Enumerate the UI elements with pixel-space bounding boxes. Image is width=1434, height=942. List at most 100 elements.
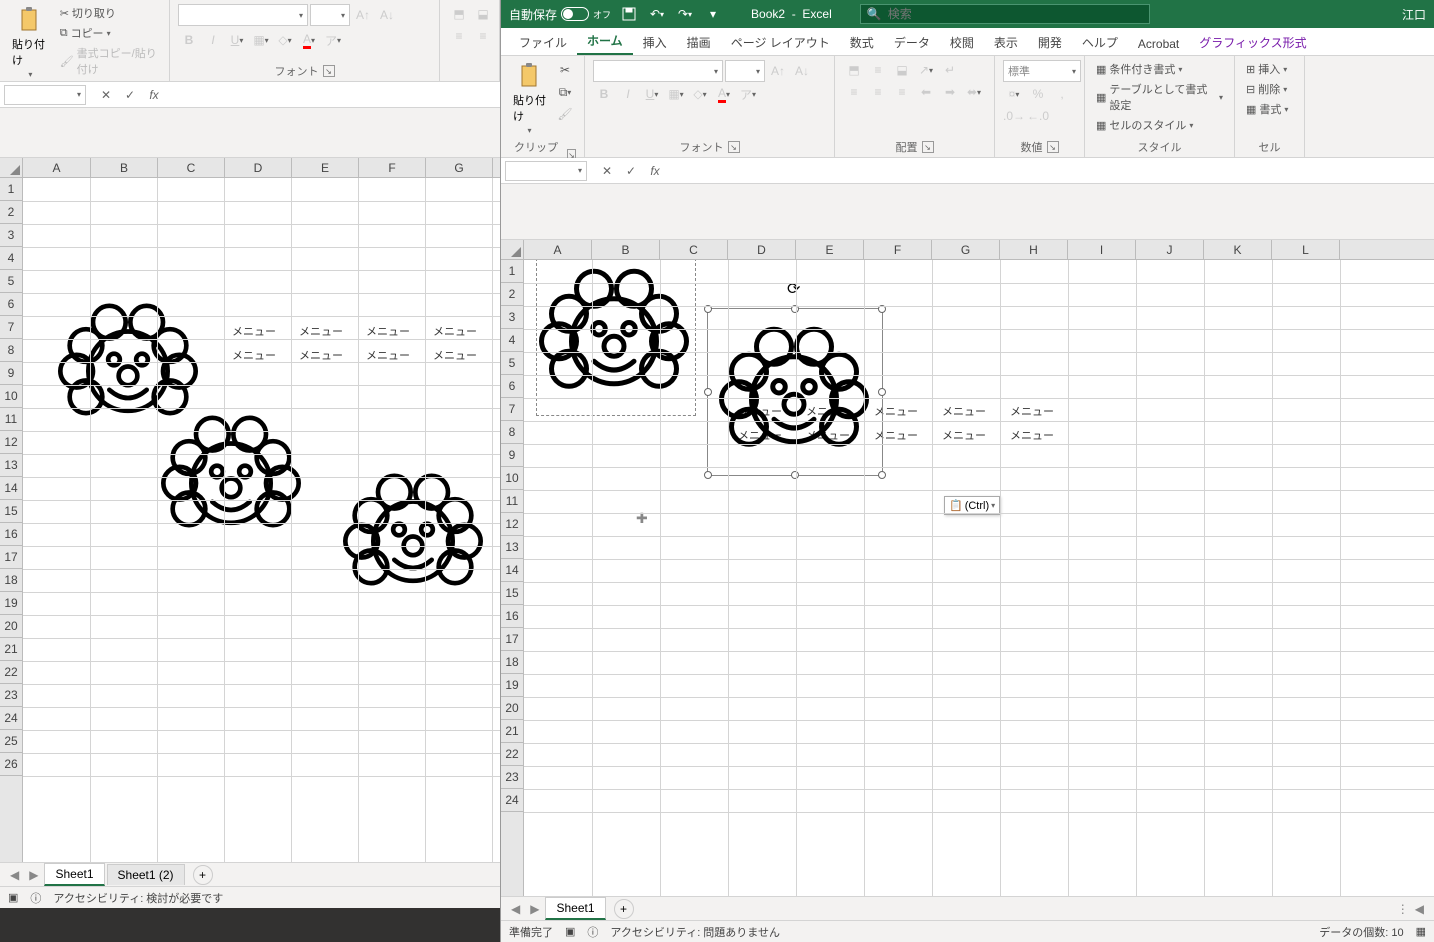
row-header[interactable]: 20 xyxy=(0,615,22,638)
cell[interactable]: メニュー xyxy=(938,401,990,421)
align-center-button[interactable]: ≡ xyxy=(867,82,889,102)
tab-home[interactable]: ホーム xyxy=(577,26,633,55)
insert-cells-button[interactable]: ⊞挿入▾ xyxy=(1243,60,1290,78)
copy-button[interactable]: ⧉▾ xyxy=(554,82,576,102)
underline-button[interactable]: U▾ xyxy=(226,30,248,50)
number-format-combo[interactable]: 標準▾ xyxy=(1003,60,1081,82)
row-header[interactable]: 25 xyxy=(0,730,22,753)
row-header[interactable]: 11 xyxy=(0,408,22,431)
fill-color-button[interactable]: ◇▾ xyxy=(689,84,711,104)
row-header[interactable]: 18 xyxy=(0,569,22,592)
font-size-combo[interactable]: ▾ xyxy=(310,4,350,26)
row-header[interactable]: 6 xyxy=(501,375,523,398)
undo-icon[interactable]: ↶▾ xyxy=(647,4,667,24)
row-header[interactable]: 13 xyxy=(0,454,22,477)
row-header[interactable]: 9 xyxy=(0,362,22,385)
col-header[interactable]: F xyxy=(864,240,932,259)
clown-icon[interactable] xyxy=(343,468,483,598)
col-header[interactable]: G xyxy=(426,158,493,177)
rotate-handle-icon[interactable]: ⟳ xyxy=(787,279,803,295)
row-header[interactable]: 18 xyxy=(501,651,523,674)
row-header[interactable]: 3 xyxy=(0,224,22,247)
col-header[interactable]: H xyxy=(1000,240,1068,259)
row-header[interactable]: 11 xyxy=(501,490,523,513)
increase-font-button[interactable]: A↑ xyxy=(767,61,789,81)
font-color-button[interactable]: A▾ xyxy=(298,30,320,50)
indent-inc-button[interactable]: ➡ xyxy=(939,82,961,102)
align-middle-button[interactable]: ⬓ xyxy=(472,4,494,24)
row-header[interactable]: 1 xyxy=(501,260,523,283)
cell[interactable]: メニュー xyxy=(362,321,414,341)
search-box[interactable]: 🔍 xyxy=(860,4,1150,24)
enter-formula-button[interactable]: ✓ xyxy=(619,161,643,181)
cell-styles-button[interactable]: ▦セルのスタイル▾ xyxy=(1093,116,1196,134)
row-header[interactable]: 20 xyxy=(501,697,523,720)
col-header[interactable]: D xyxy=(225,158,292,177)
row-header[interactable]: 8 xyxy=(0,339,22,362)
row-header[interactable]: 2 xyxy=(0,201,22,224)
save-icon[interactable] xyxy=(619,4,639,24)
col-header[interactable]: L xyxy=(1272,240,1340,259)
col-header[interactable]: A xyxy=(23,158,91,177)
cell[interactable]: メニュー xyxy=(1006,425,1058,445)
tab-nav-prev[interactable]: ◀ xyxy=(507,902,524,916)
row-header[interactable]: 17 xyxy=(0,546,22,569)
cut-button[interactable]: ✂ xyxy=(554,60,576,80)
align-top-button[interactable]: ⬒ xyxy=(843,60,865,80)
wrap-text-button[interactable]: ↵ xyxy=(939,60,961,80)
tab-nav-next[interactable]: ▶ xyxy=(526,902,543,916)
row-header[interactable]: 13 xyxy=(501,536,523,559)
row-header[interactable]: 4 xyxy=(501,329,523,352)
col-header[interactable]: J xyxy=(1136,240,1204,259)
cells-area[interactable]: メニュー メニュー メニュー メニュー メニュー メニュー メニュー メニュー … xyxy=(524,260,1434,896)
inc-decimal-button[interactable]: .0→ xyxy=(1003,106,1025,126)
sheet-tab[interactable]: Sheet1 xyxy=(44,863,104,886)
row-header[interactable]: 19 xyxy=(501,674,523,697)
col-header[interactable]: B xyxy=(592,240,660,259)
tab-nav-prev[interactable]: ◀ xyxy=(6,868,23,882)
phonetic-button[interactable]: ア▾ xyxy=(737,84,759,104)
row-header[interactable]: 1 xyxy=(0,178,22,201)
row-header[interactable]: 15 xyxy=(0,500,22,523)
italic-button[interactable]: I xyxy=(202,30,224,50)
row-header[interactable]: 8 xyxy=(501,421,523,444)
col-header[interactable]: G xyxy=(932,240,1000,259)
tab-formulas[interactable]: 数式 xyxy=(840,28,884,55)
row-header[interactable]: 17 xyxy=(501,628,523,651)
tab-nav-next[interactable]: ▶ xyxy=(25,868,42,882)
tab-insert[interactable]: 挿入 xyxy=(633,28,677,55)
format-cells-button[interactable]: ▦書式▾ xyxy=(1243,100,1291,118)
align-center-button[interactable]: ≡ xyxy=(472,26,494,46)
col-header[interactable]: C xyxy=(660,240,728,259)
row-header[interactable]: 16 xyxy=(0,523,22,546)
row-header[interactable]: 4 xyxy=(0,247,22,270)
col-header[interactable]: K xyxy=(1204,240,1272,259)
row-header[interactable]: 14 xyxy=(501,559,523,582)
align-left-button[interactable]: ≡ xyxy=(843,82,865,102)
underline-button[interactable]: U▾ xyxy=(641,84,663,104)
decrease-font-button[interactable]: A↓ xyxy=(791,61,813,81)
paste-button[interactable]: 貼り付け▾ xyxy=(509,60,550,137)
row-header[interactable]: 12 xyxy=(501,513,523,536)
col-header[interactable]: D xyxy=(728,240,796,259)
record-macro-icon[interactable]: ▣ xyxy=(565,925,575,938)
autosave-toggle[interactable]: 自動保存 オフ xyxy=(509,6,611,23)
conditional-formatting-button[interactable]: ▦条件付き書式▾ xyxy=(1093,60,1185,78)
name-box[interactable]: ▾ xyxy=(505,161,587,181)
fx-button[interactable]: fx xyxy=(142,85,166,105)
col-header[interactable]: C xyxy=(158,158,225,177)
row-header[interactable]: 3 xyxy=(501,306,523,329)
format-as-table-button[interactable]: ▦テーブルとして書式設定▾ xyxy=(1093,80,1226,114)
cut-button[interactable]: ✂切り取り xyxy=(57,4,161,22)
tab-view[interactable]: 表示 xyxy=(984,28,1028,55)
tab-help[interactable]: ヘルプ xyxy=(1072,28,1128,55)
qat-customize-icon[interactable]: ▾ xyxy=(703,4,723,24)
row-header[interactable]: 2 xyxy=(501,283,523,306)
tab-file[interactable]: ファイル xyxy=(509,28,577,55)
tab-acrobat[interactable]: Acrobat xyxy=(1128,31,1189,55)
row-header[interactable]: 21 xyxy=(0,638,22,661)
delete-cells-button[interactable]: ⊟削除▾ xyxy=(1243,80,1290,98)
italic-button[interactable]: I xyxy=(617,84,639,104)
row-header[interactable]: 26 xyxy=(0,753,22,776)
font-name-combo[interactable]: ▾ xyxy=(593,60,723,82)
